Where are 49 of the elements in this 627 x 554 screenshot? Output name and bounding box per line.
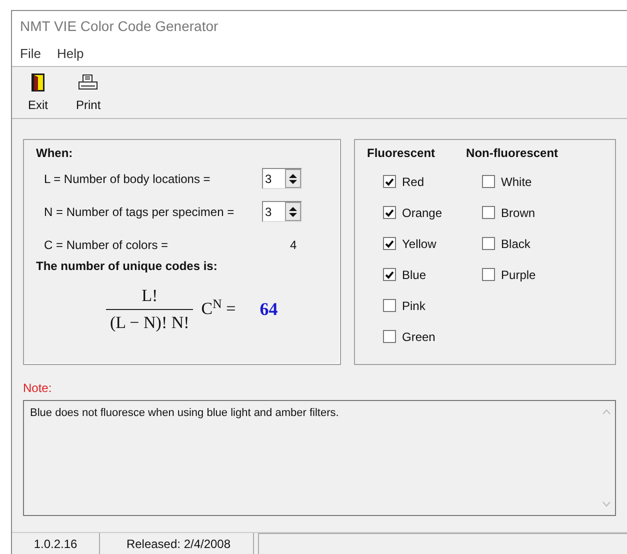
color-checkbox[interactable]: Green	[367, 321, 442, 352]
status-field: 1.0.2.16	[12, 533, 100, 554]
color-checkbox[interactable]: Blue	[367, 259, 442, 290]
checkbox[interactable]	[383, 206, 396, 219]
formula-factor: C$^{N}$ =	[201, 296, 236, 320]
checkbox[interactable]	[383, 268, 396, 281]
note-label: Note:	[23, 380, 53, 397]
menu-item[interactable]: File	[20, 44, 41, 64]
status-field: Released: 2/4/2008	[104, 533, 254, 554]
color-checkbox[interactable]: Black	[466, 228, 558, 259]
color-checkbox[interactable]: Purple	[466, 259, 558, 290]
checkbox[interactable]	[383, 237, 396, 250]
checkbox[interactable]	[482, 175, 496, 188]
result-heading: The number of unique codes is:	[36, 258, 218, 275]
checkbox[interactable]	[383, 330, 396, 343]
checkbox[interactable]	[482, 268, 496, 281]
menu-item[interactable]: Help	[56, 44, 84, 64]
checkbox[interactable]	[482, 206, 496, 219]
color-checkbox[interactable]: Red	[367, 166, 442, 197]
door-icon	[31, 73, 45, 92]
color-checkbox[interactable]: Brown	[466, 197, 558, 228]
result-value: 64	[260, 298, 278, 320]
group-heading: Fluorescent	[367, 145, 436, 162]
note-box[interactable]: Blue does not fluoresce when using blue light and amber filters.	[23, 400, 616, 516]
number-spinner[interactable]: 3	[262, 168, 302, 189]
parameter-label: N = Number of tags per specimen =	[44, 204, 236, 220]
print-button[interactable]: Print	[72, 72, 105, 114]
number-spinner[interactable]: 3	[262, 201, 302, 222]
when-heading: When:	[36, 145, 74, 162]
group-heading: Non-fluorescent	[466, 145, 558, 162]
color-checkbox[interactable]: Orange	[367, 197, 442, 228]
checkbox[interactable]	[482, 237, 496, 250]
spin-up-icon[interactable]	[289, 174, 297, 178]
parameter-label: L = Number of body locations =	[44, 170, 212, 188]
spin-down-icon[interactable]	[289, 212, 297, 216]
printer-icon	[78, 74, 98, 92]
colors-count: 4	[289, 236, 297, 254]
note-text: Blue does not fluoresce when using blue light and amber filters.	[29, 406, 340, 421]
window-title: NMT VIE Color Code Generator	[20, 16, 218, 36]
exit-button[interactable]: Exit	[24, 72, 52, 114]
color-checkbox[interactable]: Pink	[367, 290, 442, 321]
checkbox[interactable]	[383, 175, 396, 188]
color-checkbox[interactable]: Yellow	[367, 228, 442, 259]
formula-fraction: L! (L − N)! N!	[106, 283, 194, 335]
parameter-label: C = Number of colors =	[44, 236, 170, 254]
color-checkbox[interactable]: White	[466, 166, 558, 197]
spin-up-icon[interactable]	[289, 206, 297, 210]
checkbox[interactable]	[383, 299, 396, 312]
spin-down-icon[interactable]	[289, 180, 297, 184]
